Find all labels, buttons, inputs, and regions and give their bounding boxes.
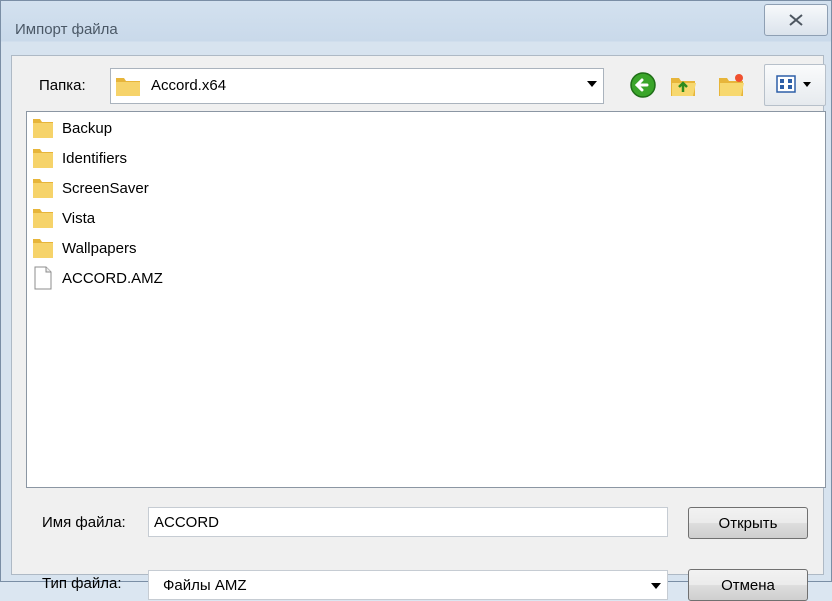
dialog-body: Папка: Accord.x64 Backup Identifiers Scr… <box>11 55 826 601</box>
list-item[interactable]: Wallpapers <box>32 235 136 261</box>
open-button[interactable]: Открыть <box>688 507 808 539</box>
folder-value: Accord.x64 <box>151 77 227 94</box>
close-icon <box>789 14 803 26</box>
cancel-button[interactable]: Отмена <box>688 569 808 601</box>
file-name: ScreenSaver <box>62 179 149 197</box>
folder-icon <box>33 239 53 258</box>
file-name: Vista <box>62 209 96 227</box>
list-item[interactable]: ScreenSaver <box>32 175 149 201</box>
file-list[interactable]: Backup Identifiers ScreenSaver Vista Wal… <box>26 111 826 488</box>
list-item[interactable]: Backup <box>32 115 112 141</box>
chevron-down-icon[interactable] <box>587 81 597 87</box>
document-icon <box>34 266 52 290</box>
chevron-down-icon[interactable] <box>651 583 661 589</box>
filetype-label: Тип файла: <box>42 575 122 592</box>
file-name: Identifiers <box>62 149 128 167</box>
filetype-dropdown[interactable]: Файлы AMZ <box>148 570 668 600</box>
up-folder-icon <box>671 78 696 96</box>
up-folder-button[interactable] <box>664 66 702 104</box>
folder-label: Папка: <box>39 77 86 94</box>
folder-icon <box>33 209 53 228</box>
file-name: Backup <box>62 119 113 137</box>
view-menu-button[interactable] <box>764 64 826 106</box>
back-button[interactable] <box>624 66 662 104</box>
new-folder-button[interactable] <box>712 66 750 104</box>
window-title: Импорт файла <box>15 21 118 38</box>
file-name: Wallpapers <box>62 239 137 257</box>
new-folder-icon <box>719 74 744 96</box>
close-button[interactable] <box>764 4 828 36</box>
list-item[interactable]: Identifiers <box>32 145 127 171</box>
title-bar[interactable]: Импорт файла <box>1 1 831 55</box>
list-item[interactable]: Vista <box>32 205 95 231</box>
filename-label: Имя файла: <box>42 514 126 531</box>
folder-icon <box>33 149 53 168</box>
view-menu-icon <box>776 75 811 93</box>
folder-icon <box>33 119 53 138</box>
folder-dropdown[interactable]: Accord.x64 <box>110 68 604 104</box>
import-file-dialog: Импорт файла Папка: Accord.x64 Backup Id… <box>0 0 832 601</box>
folder-icon <box>116 78 140 96</box>
back-icon <box>630 72 656 98</box>
filetype-value: Файлы AMZ <box>163 577 247 594</box>
file-name: ACCORD.AMZ <box>62 269 163 287</box>
list-item[interactable]: ACCORD.AMZ <box>32 265 163 291</box>
folder-icon <box>33 179 53 198</box>
filename-input[interactable] <box>148 507 668 537</box>
